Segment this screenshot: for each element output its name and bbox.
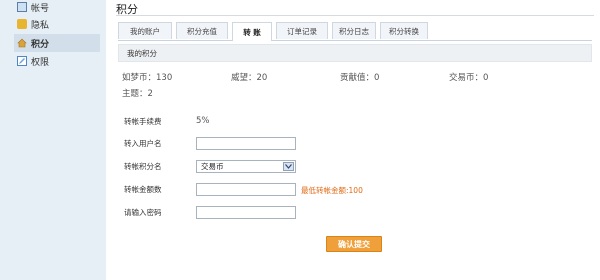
fee-value: 5% [196,116,210,126]
amount-input[interactable] [196,183,296,196]
stat-rumeng: 如梦币：130 [122,73,173,83]
account-icon [17,2,27,12]
section-title: 我的积分 [118,44,592,62]
select-value: 交易币 [201,162,224,171]
sidebar-item-account[interactable]: 帐号 [17,0,49,16]
fee-label: 转帐手续费 [124,117,162,126]
amount-label: 转帐金额数 [124,185,162,194]
stat-weiwang: 威望：20 [231,73,268,83]
chevron-down-icon[interactable] [283,162,294,171]
sidebar-item-label: 权限 [31,57,50,68]
tab-bar: 我的账户 积分充值 转 账 订单记录 积分日志 积分转换 [118,22,592,41]
tab-points-log[interactable]: 积分日志 [332,22,376,39]
lock-icon [17,19,27,29]
stat-zhuti: 主题：2 [122,89,153,99]
to-user-input[interactable] [196,137,296,150]
to-user-label: 转入用户名 [124,139,162,148]
points-name-select[interactable]: 交易币 [196,160,296,173]
edit-icon [17,56,27,66]
sidebar-item-label: 帐号 [31,3,50,14]
tab-orders[interactable]: 订单记录 [276,22,328,39]
stat-gongxian: 贡献值：0 [340,73,380,83]
sidebar: 帐号 隐私 积分 权限 [0,0,106,280]
tab-points-convert[interactable]: 积分转换 [380,22,428,39]
password-input[interactable] [196,206,296,219]
home-icon [17,38,27,48]
points-name-label: 转帐积分名 [124,162,162,171]
password-label: 请输入密码 [124,208,162,217]
submit-button[interactable]: 确认提交 [326,236,382,252]
sidebar-item-permissions[interactable]: 权限 [17,52,49,70]
tab-transfer[interactable]: 转 账 [232,22,272,41]
main-content: 积分 我的账户 积分充值 转 账 订单记录 积分日志 积分转换 我的积分 如梦币… [106,0,600,280]
title-divider [116,15,594,16]
sidebar-item-label: 积分 [31,39,50,50]
sidebar-item-label: 隐私 [31,20,50,31]
min-amount-hint: 最低转帐金额:100 [301,186,363,195]
sidebar-item-privacy[interactable]: 隐私 [17,15,49,33]
stat-jiaoyi: 交易币：0 [449,73,489,83]
sidebar-item-points[interactable]: 积分 [14,34,100,52]
tab-recharge[interactable]: 积分充值 [176,22,228,39]
tab-my-account[interactable]: 我的账户 [118,22,172,39]
